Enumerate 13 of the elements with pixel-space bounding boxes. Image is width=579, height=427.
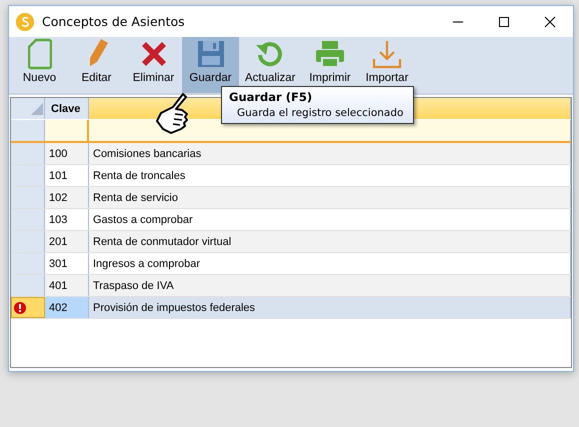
table-cell: 201 — [45, 231, 89, 252]
table-cell: 100 — [45, 143, 89, 164]
table-cell: Renta de servicio — [89, 187, 571, 208]
table-cell: Renta de conmutador virtual — [89, 231, 571, 252]
table-cell: 102 — [45, 187, 89, 208]
window-title: Conceptos de Asientos — [42, 14, 186, 29]
tooltip-title: Guardar (F5) — [229, 90, 314, 104]
table-cell: 402 — [45, 297, 89, 318]
table-cell: Provisión de impuestos federales — [89, 297, 571, 318]
table-cell: 401 — [45, 275, 89, 296]
tooltip-text: Guarda el registro seleccionado — [237, 107, 404, 119]
table-cell: Comisiones bancarias — [89, 143, 571, 164]
table-cell: Traspaso de IVA — [89, 275, 571, 296]
